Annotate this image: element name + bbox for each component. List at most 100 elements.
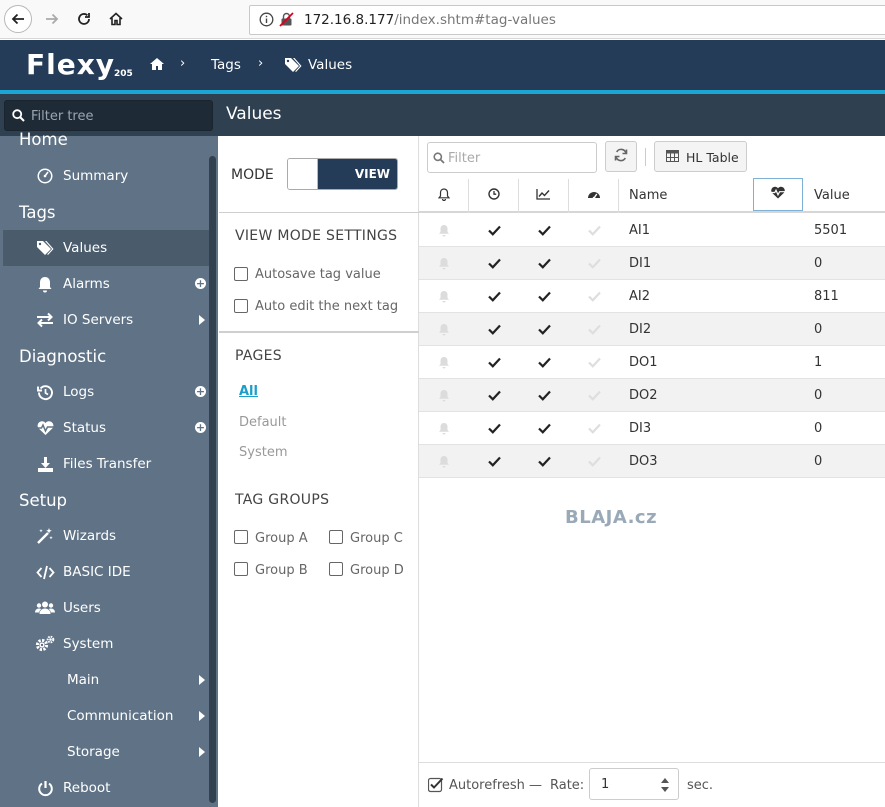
col-alarm[interactable] — [419, 179, 469, 213]
caret-right-icon[interactable] — [199, 747, 205, 757]
alarm-bell-icon[interactable] — [436, 354, 452, 370]
dashboard-check-icon[interactable] — [586, 453, 602, 469]
historical-check-icon[interactable] — [486, 288, 502, 304]
home-icon[interactable] — [102, 5, 130, 33]
dashboard-check-icon[interactable] — [586, 420, 602, 436]
section-setup[interactable]: Setup — [19, 491, 67, 510]
sidebar-item-main[interactable]: Main — [3, 662, 209, 698]
sidebar-item-storage[interactable]: Storage — [3, 734, 209, 770]
sidebar-item-summary[interactable]: Summary — [3, 158, 209, 194]
sidebar-item-basic-ide[interactable]: BASIC IDE — [3, 554, 209, 590]
col-historical[interactable] — [469, 179, 519, 213]
trend-check-icon[interactable] — [536, 354, 552, 370]
sidebar-item-files-transfer[interactable]: Files Transfer — [3, 446, 209, 482]
autosave-checkbox[interactable] — [234, 267, 248, 281]
group-c-checkbox[interactable] — [329, 530, 343, 544]
historical-check-icon[interactable] — [486, 255, 502, 271]
table-row[interactable]: DI1 0 — [419, 247, 885, 280]
page-link-default[interactable]: Default — [239, 415, 287, 430]
historical-check-icon[interactable] — [486, 222, 502, 238]
autorefresh-checkbox[interactable] — [427, 777, 444, 793]
tag-value[interactable]: 1 — [814, 355, 822, 370]
table-row[interactable]: DO1 1 — [419, 346, 885, 379]
group-d-checkbox[interactable] — [329, 562, 343, 576]
col-name[interactable]: Name — [619, 179, 753, 213]
caret-right-icon[interactable] — [199, 675, 205, 685]
tag-value[interactable]: 0 — [814, 256, 822, 271]
section-tags[interactable]: Tags — [19, 203, 56, 222]
sidebar-item-io-servers[interactable]: IO Servers — [3, 302, 209, 338]
section-diagnostic[interactable]: Diagnostic — [19, 347, 106, 366]
tag-value[interactable]: 5501 — [814, 223, 847, 238]
historical-check-icon[interactable] — [486, 420, 502, 436]
breadcrumb-home-icon[interactable] — [149, 57, 165, 75]
table-row[interactable]: DI3 0 — [419, 412, 885, 445]
group-b-checkbox[interactable] — [234, 562, 248, 576]
trend-check-icon[interactable] — [536, 321, 552, 337]
alarm-bell-icon[interactable] — [436, 420, 452, 436]
dashboard-check-icon[interactable] — [586, 255, 602, 271]
plus-circle-icon[interactable]: + — [195, 386, 206, 397]
dashboard-check-icon[interactable] — [586, 321, 602, 337]
back-icon[interactable] — [4, 5, 32, 33]
col-dashboard[interactable] — [569, 179, 619, 213]
sidebar-item-users[interactable]: Users — [3, 590, 209, 626]
sidebar-item-system[interactable]: System — [3, 626, 209, 662]
table-row[interactable]: DO2 0 — [419, 379, 885, 412]
alarm-bell-icon[interactable] — [436, 222, 452, 238]
dashboard-check-icon[interactable] — [586, 387, 602, 403]
tag-value[interactable]: 0 — [814, 454, 822, 469]
sidebar-item-communication[interactable]: Communication — [3, 698, 209, 734]
sidebar-item-values[interactable]: Values — [3, 230, 209, 266]
dashboard-check-icon[interactable] — [586, 354, 602, 370]
alarm-bell-icon[interactable] — [436, 453, 452, 469]
alarm-bell-icon[interactable] — [436, 255, 452, 271]
historical-check-icon[interactable] — [486, 387, 502, 403]
trend-check-icon[interactable] — [536, 255, 552, 271]
col-health[interactable] — [753, 178, 803, 211]
dashboard-check-icon[interactable] — [586, 288, 602, 304]
section-home[interactable]: Home — [19, 130, 68, 149]
tag-value[interactable]: 811 — [814, 289, 839, 304]
tag-value[interactable]: 0 — [814, 388, 822, 403]
plus-circle-icon[interactable]: + — [195, 422, 206, 433]
tree-filter-input[interactable]: Filter tree — [4, 100, 213, 131]
mode-toggle[interactable]: VIEW — [287, 158, 398, 190]
trend-check-icon[interactable] — [536, 420, 552, 436]
table-row[interactable]: AI1 5501 — [419, 214, 885, 247]
caret-right-icon[interactable] — [199, 315, 205, 325]
alarm-bell-icon[interactable] — [436, 288, 452, 304]
breadcrumb-tags[interactable]: Tags — [211, 57, 241, 73]
sidebar-item-logs[interactable]: Logs + — [3, 374, 209, 410]
hl-table-button[interactable]: HL Table — [654, 141, 747, 172]
plus-circle-icon[interactable]: + — [195, 278, 206, 289]
table-row[interactable]: DO3 0 — [419, 445, 885, 478]
trend-check-icon[interactable] — [536, 453, 552, 469]
col-trend[interactable] — [519, 179, 569, 213]
tag-filter-input[interactable]: Filter — [427, 142, 597, 173]
group-a-checkbox[interactable] — [234, 530, 248, 544]
reload-icon[interactable] — [70, 5, 98, 33]
historical-check-icon[interactable] — [486, 321, 502, 337]
sidebar-item-alarms[interactable]: Alarms + — [3, 266, 209, 302]
alarm-bell-icon[interactable] — [436, 387, 452, 403]
address-bar[interactable]: 172.16.8.177/index.shtm#tag-values — [249, 5, 885, 35]
tag-value[interactable]: 0 — [814, 322, 822, 337]
historical-check-icon[interactable] — [486, 453, 502, 469]
trend-check-icon[interactable] — [536, 387, 552, 403]
forward-icon[interactable] — [38, 5, 66, 33]
tag-value[interactable]: 0 — [814, 421, 822, 436]
alarm-bell-icon[interactable] — [436, 321, 452, 337]
page-link-all[interactable]: All — [239, 384, 258, 399]
sidebar-item-status[interactable]: Status + — [3, 410, 209, 446]
trend-check-icon[interactable] — [536, 288, 552, 304]
trend-check-icon[interactable] — [536, 222, 552, 238]
sidebar-item-wizards[interactable]: Wizards — [3, 518, 209, 554]
sidebar-scrollbar[interactable] — [209, 156, 216, 803]
table-row[interactable]: AI2 811 — [419, 280, 885, 313]
dashboard-check-icon[interactable] — [586, 222, 602, 238]
sidebar-item-reboot[interactable]: Reboot — [3, 770, 209, 806]
info-icon[interactable] — [259, 12, 274, 31]
auto-edit-checkbox[interactable] — [234, 299, 248, 313]
page-link-system[interactable]: System — [239, 445, 287, 460]
